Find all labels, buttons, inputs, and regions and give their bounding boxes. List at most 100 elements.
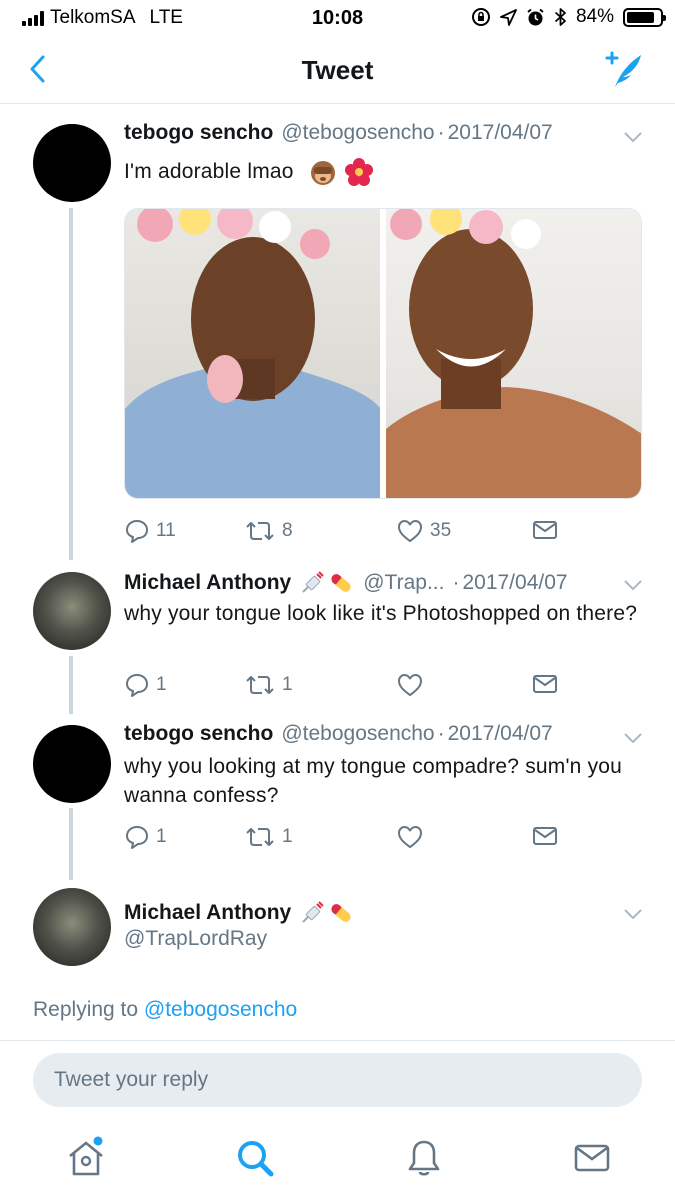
retweet-count: 1 bbox=[282, 674, 293, 695]
reply-composer[interactable] bbox=[33, 1053, 642, 1107]
tweet-header: Michael Anthony @Trap... · 2017/04/07 bbox=[124, 569, 568, 597]
direct-message-button[interactable] bbox=[532, 824, 558, 848]
envelope-icon bbox=[533, 521, 557, 539]
avatar[interactable] bbox=[33, 572, 111, 650]
author-name[interactable]: tebogo sencho bbox=[124, 121, 273, 145]
hibiscus-icon bbox=[344, 158, 373, 187]
envelope-icon bbox=[533, 675, 557, 693]
heart-icon bbox=[398, 674, 422, 696]
reply-icon bbox=[126, 520, 148, 543]
retweet-icon bbox=[246, 522, 274, 540]
author-name[interactable]: tebogo sencho bbox=[124, 722, 273, 746]
tweet-text: why your tongue look like it's Photoshop… bbox=[124, 602, 638, 625]
direct-message-button[interactable] bbox=[532, 518, 558, 542]
page-title: Tweet bbox=[301, 55, 374, 85]
author-handle[interactable]: @Trap... bbox=[363, 571, 444, 595]
avatar[interactable] bbox=[33, 888, 111, 966]
separator-dot: · bbox=[437, 722, 445, 745]
tweet-text: I'm adorable lmao bbox=[124, 157, 644, 187]
like-button[interactable] bbox=[396, 672, 430, 698]
battery-percent: 84% bbox=[575, 6, 614, 27]
avatar[interactable] bbox=[33, 124, 111, 202]
retweet-button[interactable]: 1 bbox=[244, 672, 293, 698]
replying-to: Replying to @tebogosencho bbox=[33, 998, 297, 1022]
heart-icon bbox=[398, 826, 422, 848]
tweet-text: why you looking at my tongue compadre? s… bbox=[124, 755, 623, 807]
author-name[interactable]: Michael Anthony bbox=[124, 901, 291, 925]
photo-illustration bbox=[386, 209, 641, 498]
status-right: 84% bbox=[471, 6, 666, 28]
author-handle[interactable]: @tebogosencho bbox=[281, 722, 434, 746]
location-icon bbox=[500, 8, 517, 26]
tweet-body: I'm adorable lmao bbox=[124, 160, 294, 183]
rotation-lock-icon bbox=[471, 8, 490, 26]
compose-tweet-icon[interactable] bbox=[601, 50, 645, 90]
syringe-icon bbox=[302, 571, 324, 593]
replying-prefix: Replying to bbox=[33, 998, 139, 1021]
tweet-actions: 1 1 bbox=[124, 824, 564, 854]
status-bar: TelkomSA LTE 10:08 84% bbox=[0, 0, 675, 36]
avatar[interactable] bbox=[33, 725, 111, 803]
reply-input[interactable] bbox=[33, 1053, 642, 1107]
envelope-icon bbox=[533, 827, 557, 845]
retweet-icon bbox=[246, 676, 274, 694]
like-count: 35 bbox=[430, 520, 452, 541]
messages-icon[interactable] bbox=[570, 1136, 614, 1180]
author-name[interactable]: Michael Anthony bbox=[124, 571, 291, 595]
tweet-date: 2017/04/07 bbox=[447, 121, 553, 144]
reply-count: 1 bbox=[156, 826, 167, 847]
bluetooth-icon bbox=[554, 8, 566, 26]
tweet-header: tebogo sencho @tebogosencho · 2017/04/07 bbox=[124, 121, 553, 145]
divider bbox=[0, 1040, 675, 1041]
tweet-photo-2[interactable] bbox=[386, 209, 641, 498]
photo-illustration bbox=[125, 209, 380, 498]
direct-message-button[interactable] bbox=[532, 672, 558, 696]
reply-count: 11 bbox=[156, 520, 176, 541]
like-button[interactable]: 35 bbox=[396, 518, 451, 544]
tweet-photo-1[interactable] bbox=[125, 209, 380, 498]
battery-fill bbox=[627, 11, 654, 23]
reply-button[interactable]: 11 bbox=[124, 518, 176, 544]
replying-mention[interactable]: @tebogosencho bbox=[144, 998, 297, 1021]
see-no-evil-monkey-icon bbox=[310, 161, 335, 186]
nav-header: Tweet bbox=[0, 36, 675, 104]
retweet-button[interactable]: 1 bbox=[244, 824, 293, 850]
tweet-header: tebogo sencho @tebogosencho · 2017/04/07 bbox=[124, 722, 553, 746]
notifications-icon[interactable] bbox=[402, 1136, 446, 1180]
author-handle[interactable]: @TrapLordRay bbox=[124, 927, 267, 951]
retweet-count: 1 bbox=[282, 826, 293, 847]
reply-button[interactable]: 1 bbox=[124, 824, 167, 850]
tweet-subheader: @TrapLordRay bbox=[124, 927, 267, 951]
author-handle[interactable]: @tebogosencho bbox=[281, 121, 434, 145]
tweet-date: 2017/04/07 bbox=[447, 722, 553, 745]
reply-icon bbox=[126, 826, 148, 849]
tweet-header: Michael Anthony bbox=[124, 899, 355, 927]
syringe-icon bbox=[302, 901, 324, 923]
home-icon[interactable] bbox=[64, 1136, 108, 1180]
battery-icon bbox=[623, 7, 666, 27]
chevron-down-icon[interactable] bbox=[623, 907, 643, 921]
retweet-button[interactable]: 8 bbox=[244, 518, 293, 544]
thread-line bbox=[69, 208, 73, 560]
tab-bar bbox=[0, 1120, 675, 1200]
chevron-down-icon[interactable] bbox=[623, 578, 643, 592]
separator-dot: · bbox=[437, 121, 445, 144]
reply-button[interactable]: 1 bbox=[124, 672, 167, 698]
tweet-date: 2017/04/07 bbox=[462, 571, 568, 594]
thread-line bbox=[69, 808, 73, 880]
chevron-down-icon[interactable] bbox=[623, 130, 643, 144]
heart-icon bbox=[398, 520, 422, 542]
retweet-icon bbox=[246, 828, 274, 846]
pill-icon bbox=[331, 574, 351, 592]
reply-icon bbox=[126, 674, 148, 697]
tweet-actions: 1 1 bbox=[124, 672, 564, 702]
alarm-icon bbox=[527, 8, 544, 25]
thread-line bbox=[69, 656, 73, 714]
tweet-actions: 11 8 35 bbox=[124, 518, 564, 548]
tweet-media-grid bbox=[124, 208, 642, 499]
chevron-down-icon[interactable] bbox=[623, 731, 643, 745]
reply-count: 1 bbox=[156, 674, 167, 695]
pill-icon bbox=[331, 904, 351, 922]
search-icon[interactable] bbox=[233, 1136, 277, 1180]
like-button[interactable] bbox=[396, 824, 430, 850]
